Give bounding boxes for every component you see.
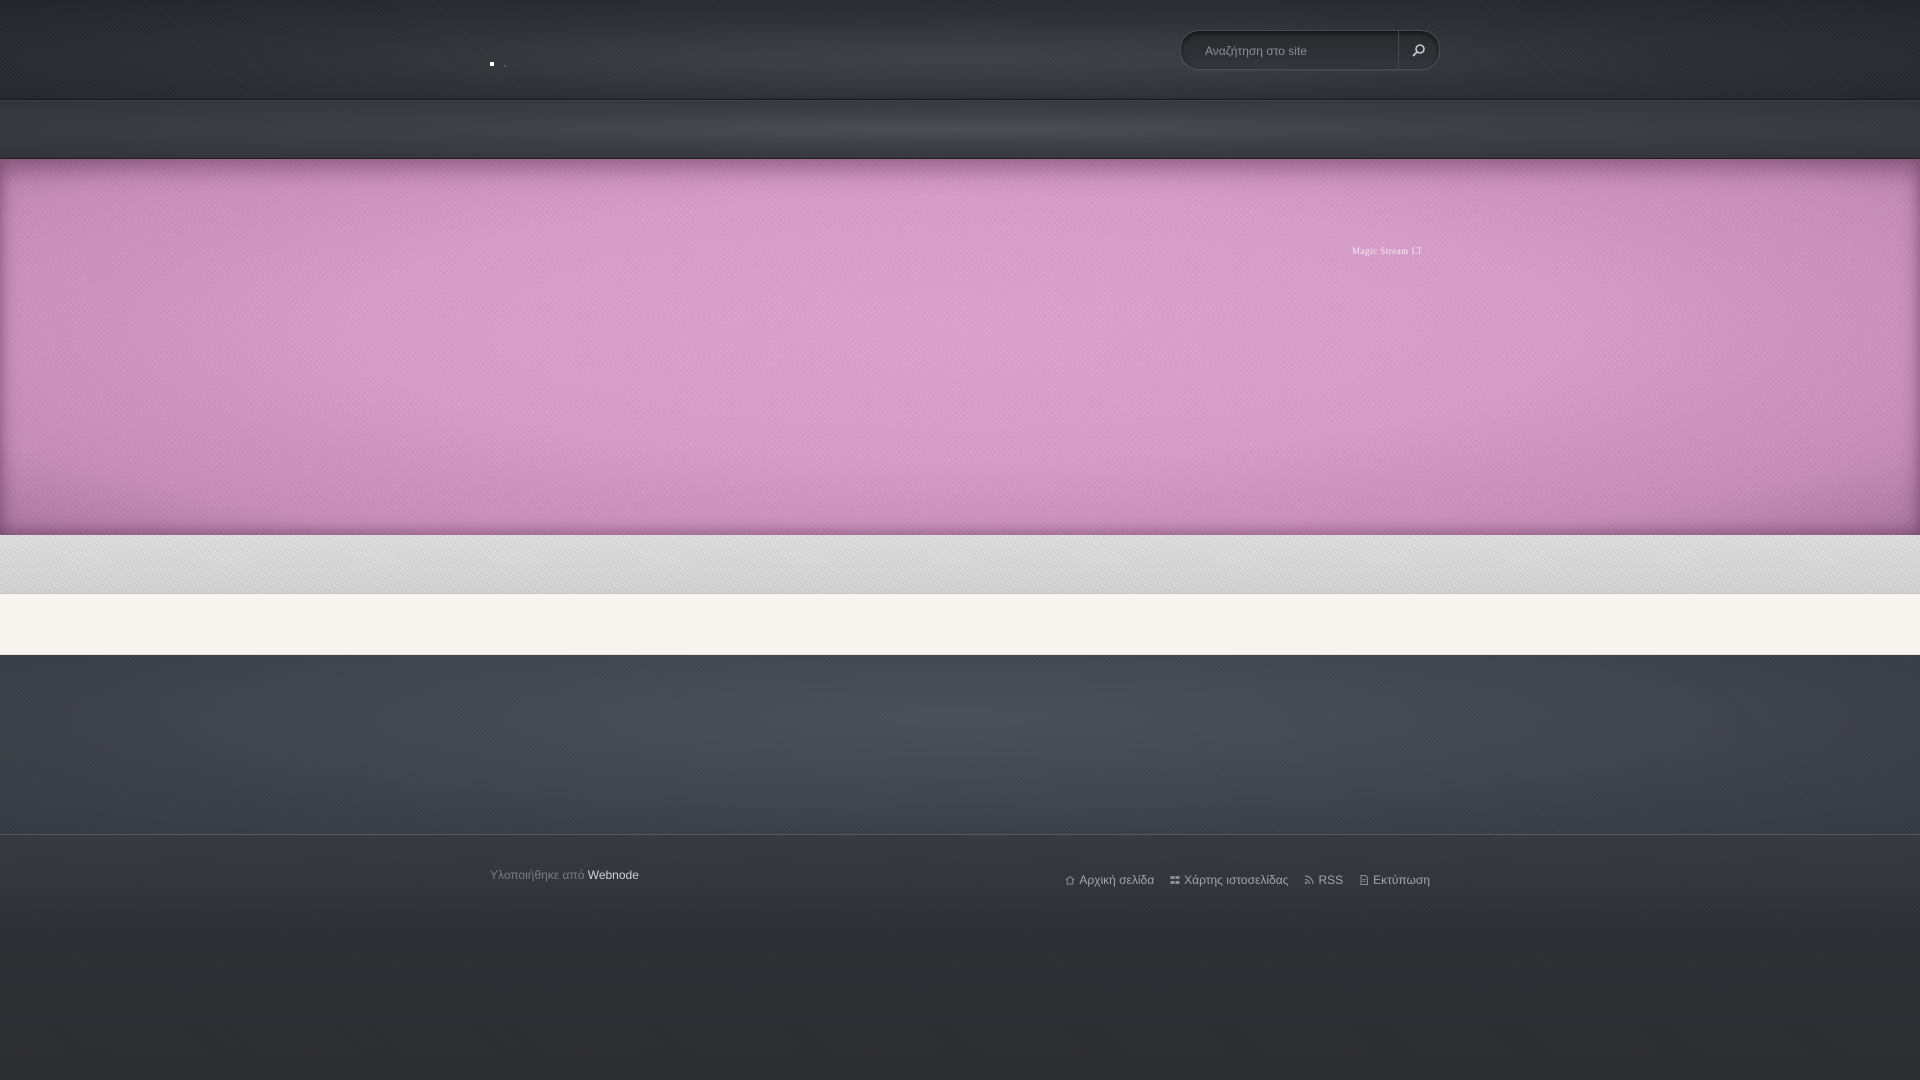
main-navigation <box>0 100 1920 158</box>
footer-link-home[interactable]: Αρχική σελίδα <box>1065 873 1154 887</box>
sitemap-icon <box>1170 876 1180 884</box>
banner-label: Magic Stream LT <box>1352 246 1423 256</box>
rss-icon <box>1305 875 1315 885</box>
main-content <box>0 594 1920 655</box>
search-icon <box>1412 44 1425 57</box>
search-box <box>1180 30 1440 70</box>
footer-link-label: RSS <box>1318 873 1344 887</box>
footer-link-label: Αρχική σελίδα <box>1079 873 1155 887</box>
credit-prefix: Υλοποιήθηκε από <box>490 868 585 882</box>
footer-credit: Υλοποιήθηκε από Webnode <box>490 868 639 882</box>
search-button[interactable] <box>1398 31 1439 69</box>
footer-link-sitemap[interactable]: Χάρτης ιστοσελίδας <box>1170 873 1288 887</box>
footer-link-label: Χάρτης ιστοσελίδας <box>1184 873 1289 887</box>
home-icon <box>1065 875 1075 885</box>
site-footer: Υλοποιήθηκε από Webnode Αρχική σελίδα Χά… <box>0 835 1920 1080</box>
print-icon <box>1360 875 1369 885</box>
search-input[interactable] <box>1203 40 1387 62</box>
logo-tick: , <box>504 61 514 68</box>
page: , Magic Stream LT Υλοποιήθηκε από Webnod… <box>0 0 1920 1080</box>
bottom-panel <box>0 655 1920 835</box>
site-header: , <box>0 0 1920 100</box>
site-logo[interactable]: , <box>490 60 514 70</box>
footer-link-label: Εκτύπωση <box>1373 873 1430 887</box>
header-banner <box>0 159 1920 535</box>
footer-link-print[interactable]: Εκτύπωση <box>1359 873 1430 887</box>
webnode-link[interactable]: Webnode <box>588 868 639 882</box>
logo-mark-icon <box>490 62 494 67</box>
footer-link-rss[interactable]: RSS <box>1304 873 1343 887</box>
breadcrumb-bar <box>0 535 1920 594</box>
footer-links: Αρχική σελίδα Χάρτης ιστοσελίδας RSS Εκτ… <box>1065 873 1430 887</box>
